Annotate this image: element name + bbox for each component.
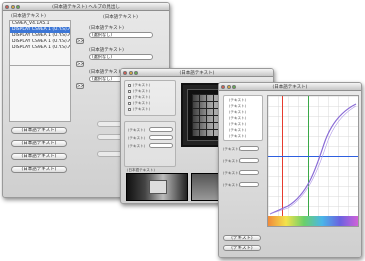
scene-image	[126, 173, 188, 201]
titlebar: (日本語テキスト) ヘルプの見出し	[3, 3, 169, 11]
checkbox-label: (テキスト)	[133, 107, 151, 111]
action-button-3[interactable]: (日本語テキスト)	[11, 153, 67, 160]
field-label: (テキスト)	[223, 147, 241, 151]
value-field[interactable]	[149, 143, 173, 148]
field-label: (テキスト)	[128, 144, 146, 148]
action-button-2[interactable]: (日本語テキスト)	[11, 140, 67, 147]
value-field[interactable]	[239, 182, 259, 187]
checkbox-label: (テキスト)	[133, 89, 151, 93]
spectrum-band	[268, 216, 358, 226]
list-item[interactable]: (テキスト)	[229, 128, 246, 133]
value-field[interactable]	[239, 158, 259, 163]
checkbox-label: (テキスト)	[133, 95, 151, 99]
profile-field-2[interactable]: (選択なし)	[89, 54, 153, 60]
source-list-empty-area	[9, 66, 71, 122]
list-item[interactable]: (テキスト)	[229, 98, 246, 103]
field2-label: (日本語テキスト)	[89, 48, 124, 53]
checkbox[interactable]	[128, 108, 131, 111]
list-item[interactable]: DISPLAY CS9EA 1 (U.Y.S).A50	[10, 45, 70, 51]
field3-label: (日本語テキスト)	[89, 70, 124, 75]
checkbox[interactable]	[128, 96, 131, 99]
curve-graph	[267, 95, 359, 227]
titlebar: (日本語テキスト)	[121, 69, 273, 77]
bottom-button-2[interactable]: (テキスト)	[223, 245, 261, 251]
field-label: (テキスト)	[223, 171, 241, 175]
value-field[interactable]	[239, 170, 259, 175]
copy-arrow-button-1[interactable]: >>	[76, 38, 84, 44]
list-item[interactable]: (テキスト)	[229, 134, 246, 139]
field-label: (テキスト)	[128, 136, 146, 140]
list-item[interactable]: (テキスト)	[229, 116, 246, 121]
value-field[interactable]	[149, 135, 173, 140]
screenshot-collage: (日本語テキスト) ヘルプの見出し (日本語テキスト) CS9EA_V4.1A5…	[0, 0, 365, 261]
bottom-button-1[interactable]: (テキスト)	[223, 235, 261, 241]
target-header: (日本語テキスト)	[103, 15, 138, 20]
field1-label: (日本語テキスト)	[89, 26, 124, 31]
checkbox[interactable]	[128, 90, 131, 93]
source-list-header: (日本語テキスト)	[11, 14, 46, 19]
settings-group: (テキスト) (テキスト) (テキスト) (テキスト) (テキスト)	[124, 80, 176, 116]
profile-field-1[interactable]: (選択なし)	[89, 32, 153, 38]
list-item[interactable]: (テキスト)	[229, 104, 246, 109]
field-label: (テキスト)	[128, 128, 146, 132]
checkbox[interactable]	[128, 84, 131, 87]
action-button-4[interactable]: (日本語テキスト)	[11, 166, 67, 173]
scene-object	[149, 180, 167, 194]
action-button-1[interactable]: (日本語テキスト)	[11, 127, 67, 134]
curve-window: (日本語テキスト) (テキスト) (テキスト) (テキスト) (テキスト) (テ…	[218, 82, 362, 258]
source-profile-list: CS9EA_V4.1A5.1 DISPLAY CS9EA 1 (U.Y.S).A…	[9, 20, 71, 66]
checkbox-label: (テキスト)	[133, 101, 151, 105]
list-item[interactable]: (テキスト)	[229, 122, 246, 127]
values-group: (テキスト) (テキスト) (テキスト)	[124, 121, 176, 167]
value-field[interactable]	[239, 146, 259, 151]
window-title: (日本語テキスト) ヘルプの見出し	[52, 4, 120, 10]
footer-text: (日本語テキスト)	[127, 168, 155, 172]
window-title: (日本語テキスト)	[272, 84, 308, 90]
list-item[interactable]: (テキスト)	[229, 110, 246, 115]
copy-arrow-button-2[interactable]: >>	[76, 61, 84, 67]
option-list: (テキスト) (テキスト) (テキスト) (テキスト) (テキスト) (テキスト…	[223, 95, 263, 141]
window-title: (日本語テキスト)	[179, 70, 215, 76]
field-label: (テキスト)	[223, 159, 241, 163]
checkbox[interactable]	[128, 102, 131, 105]
titlebar: (日本語テキスト)	[219, 83, 361, 91]
copy-arrow-button-3[interactable]: >>	[76, 83, 84, 89]
tone-curve	[269, 103, 357, 215]
checkbox-label: (テキスト)	[133, 83, 151, 87]
value-field[interactable]	[149, 127, 173, 132]
field-label: (テキスト)	[223, 183, 241, 187]
